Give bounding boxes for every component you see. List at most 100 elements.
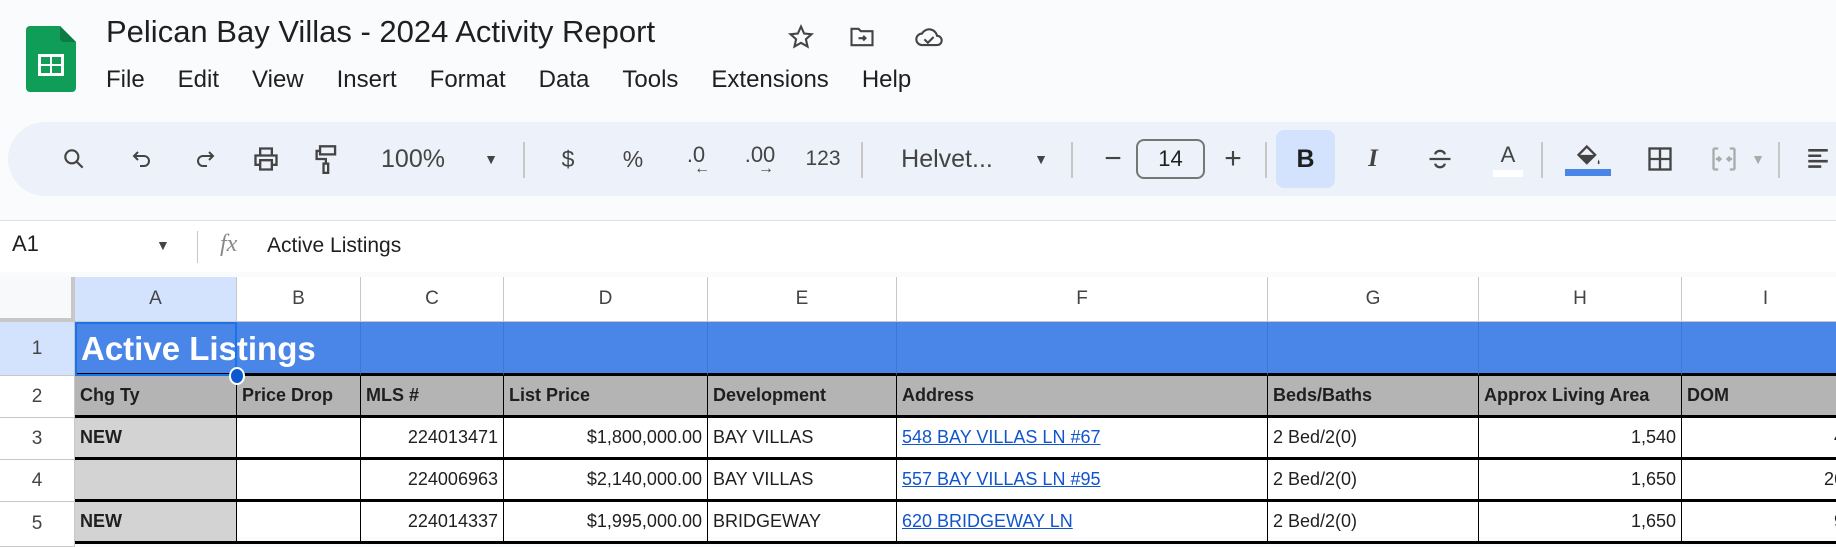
column-heading[interactable]: DOM bbox=[1682, 376, 1836, 418]
merge-cells-icon[interactable] bbox=[1704, 122, 1744, 196]
fill-color-button[interactable] bbox=[1563, 122, 1613, 196]
zoom-dropdown-icon[interactable]: ▼ bbox=[481, 122, 501, 196]
column-header-b[interactable]: B bbox=[237, 277, 361, 322]
text-color-button[interactable]: A bbox=[1485, 122, 1531, 196]
print-icon[interactable] bbox=[246, 122, 286, 196]
data-cell[interactable]: $1,995,000.00 bbox=[504, 502, 708, 544]
menu-edit[interactable]: Edit bbox=[178, 66, 219, 94]
column-header-g[interactable]: G bbox=[1268, 277, 1479, 322]
column-heading[interactable]: Chg Ty bbox=[75, 376, 237, 418]
merge-dropdown-icon[interactable]: ▼ bbox=[1748, 122, 1768, 196]
fill-handle[interactable] bbox=[229, 367, 245, 385]
data-cell[interactable] bbox=[237, 418, 361, 460]
data-cell[interactable]: 1,540 bbox=[1479, 418, 1682, 460]
data-cell[interactable] bbox=[75, 460, 237, 502]
font-dropdown-icon[interactable]: ▼ bbox=[1031, 122, 1051, 196]
row-header-4[interactable]: 4 bbox=[0, 460, 75, 502]
row-header-2[interactable]: 2 bbox=[0, 376, 75, 418]
menu-insert[interactable]: Insert bbox=[337, 66, 397, 94]
column-heading[interactable]: Beds/Baths bbox=[1268, 376, 1479, 418]
data-cell[interactable]: 2 Bed/2(0) bbox=[1268, 418, 1479, 460]
data-cell[interactable]: 26 bbox=[1682, 460, 1836, 502]
data-cell[interactable]: 224006963 bbox=[361, 460, 504, 502]
data-cell[interactable]: BAY VILLAS bbox=[708, 460, 897, 502]
row-header-5[interactable]: 5 bbox=[0, 502, 75, 547]
data-cell[interactable]: 224013471 bbox=[361, 418, 504, 460]
paint-format-icon[interactable] bbox=[307, 122, 347, 196]
column-heading[interactable]: Development bbox=[708, 376, 897, 418]
column-heading[interactable]: List Price bbox=[504, 376, 708, 418]
column-header-d[interactable]: D bbox=[504, 277, 708, 322]
title-cell[interactable] bbox=[361, 322, 504, 376]
menu-tools[interactable]: Tools bbox=[622, 66, 678, 94]
menu-extensions[interactable]: Extensions bbox=[711, 66, 828, 94]
column-header-c[interactable]: C bbox=[361, 277, 504, 322]
search-icon[interactable] bbox=[54, 122, 94, 196]
menu-file[interactable]: File bbox=[106, 66, 145, 94]
menu-view[interactable]: View bbox=[252, 66, 304, 94]
borders-icon[interactable] bbox=[1640, 122, 1680, 196]
data-cell[interactable]: NEW bbox=[75, 418, 237, 460]
menu-format[interactable]: Format bbox=[430, 66, 506, 94]
move-folder-icon[interactable] bbox=[845, 20, 879, 54]
data-cell[interactable]: NEW bbox=[75, 502, 237, 544]
cloud-saved-icon[interactable] bbox=[912, 20, 946, 54]
data-cell[interactable]: 2 Bed/2(0) bbox=[1268, 460, 1479, 502]
data-cell[interactable]: 4 bbox=[1682, 418, 1836, 460]
data-cell[interactable]: BRIDGEWAY bbox=[708, 502, 897, 544]
formula-input[interactable]: Active Listings bbox=[267, 234, 401, 258]
zoom-select[interactable]: 100% bbox=[373, 122, 453, 196]
data-cell[interactable]: 1,650 bbox=[1479, 502, 1682, 544]
data-cell[interactable]: $1,800,000.00 bbox=[504, 418, 708, 460]
sheets-logo-icon[interactable] bbox=[26, 26, 76, 92]
data-cell[interactable] bbox=[237, 502, 361, 544]
title-cell[interactable] bbox=[708, 322, 897, 376]
percent-format-button[interactable]: % bbox=[618, 122, 648, 196]
title-cell[interactable] bbox=[504, 322, 708, 376]
select-all-corner[interactable] bbox=[0, 277, 75, 322]
column-header-e[interactable]: E bbox=[708, 277, 897, 322]
column-heading[interactable]: MLS # bbox=[361, 376, 504, 418]
name-box[interactable]: A1 bbox=[12, 231, 39, 257]
menu-data[interactable]: Data bbox=[539, 66, 590, 94]
more-formats-button[interactable]: 123 bbox=[800, 122, 846, 196]
decrease-decimal-button[interactable]: .0 ← bbox=[676, 122, 716, 196]
title-cell[interactable] bbox=[1479, 322, 1682, 376]
column-heading[interactable]: Price Drop bbox=[237, 376, 361, 418]
data-cell[interactable]: 1,650 bbox=[1479, 460, 1682, 502]
title-cell[interactable] bbox=[897, 322, 1268, 376]
currency-format-button[interactable]: $ bbox=[553, 122, 583, 196]
data-cell[interactable] bbox=[237, 460, 361, 502]
align-left-icon[interactable] bbox=[1798, 122, 1836, 196]
increase-decimal-button[interactable]: .00 → bbox=[738, 122, 782, 196]
column-header-i[interactable]: I bbox=[1682, 277, 1836, 322]
data-cell[interactable]: 2 Bed/2(0) bbox=[1268, 502, 1479, 544]
data-cell[interactable]: BAY VILLAS bbox=[708, 418, 897, 460]
name-box-dropdown-icon[interactable]: ▼ bbox=[156, 237, 170, 253]
data-cell[interactable]: 224014337 bbox=[361, 502, 504, 544]
address-link[interactable]: 620 BRIDGEWAY LN bbox=[897, 502, 1268, 544]
title-cell[interactable] bbox=[1682, 322, 1836, 376]
font-select[interactable]: Helvet... bbox=[892, 122, 1002, 196]
menu-help[interactable]: Help bbox=[862, 66, 911, 94]
data-cell[interactable]: 9 bbox=[1682, 502, 1836, 544]
row-header-1[interactable]: 1 bbox=[0, 322, 75, 376]
column-header-h[interactable]: H bbox=[1479, 277, 1682, 322]
document-title[interactable]: Pelican Bay Villas - 2024 Activity Repor… bbox=[106, 14, 655, 50]
decrease-font-size-icon[interactable]: − bbox=[1098, 122, 1128, 196]
data-cell[interactable]: $2,140,000.00 bbox=[504, 460, 708, 502]
redo-icon[interactable] bbox=[185, 122, 225, 196]
column-header-f[interactable]: F bbox=[897, 277, 1268, 322]
italic-button[interactable]: I bbox=[1358, 122, 1388, 196]
bold-button[interactable]: B bbox=[1276, 130, 1335, 188]
undo-icon[interactable] bbox=[122, 122, 162, 196]
address-link[interactable]: 557 BAY VILLAS LN #95 bbox=[897, 460, 1268, 502]
strikethrough-icon[interactable] bbox=[1422, 122, 1458, 196]
column-heading[interactable]: Address bbox=[897, 376, 1268, 418]
column-header-a[interactable]: A bbox=[75, 277, 237, 322]
address-link[interactable]: 548 BAY VILLAS LN #67 bbox=[897, 418, 1268, 460]
increase-font-size-icon[interactable]: + bbox=[1218, 122, 1248, 196]
star-icon[interactable] bbox=[784, 20, 818, 54]
row-header-3[interactable]: 3 bbox=[0, 418, 75, 460]
column-heading[interactable]: Approx Living Area bbox=[1479, 376, 1682, 418]
